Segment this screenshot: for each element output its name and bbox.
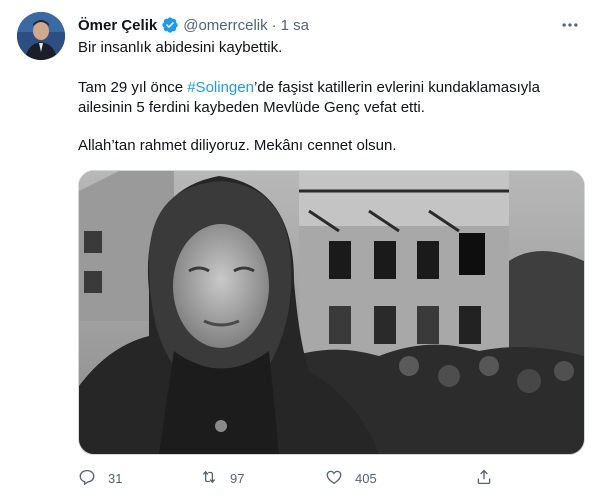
tweet-text-before-hashtag: Tam 29 yıl önce (78, 79, 188, 96)
tweet-paragraph-2: Tam 29 yıl önce #Solingen’de faşist kati… (78, 78, 578, 118)
avatar[interactable] (17, 12, 65, 60)
share-button[interactable] (475, 466, 493, 490)
tweet-actions: 31 97 405 (70, 466, 510, 490)
more-icon[interactable] (559, 14, 581, 36)
tweet-header: Ömer Çelik @omerrcelik · 1 sa (78, 14, 309, 36)
hashtag-link[interactable]: #Solingen (187, 79, 254, 96)
separator-dot: · (271, 16, 277, 34)
like-button[interactable]: 405 (325, 466, 377, 490)
author-name[interactable]: Ömer Çelik (78, 17, 157, 34)
reply-count: 31 (108, 470, 123, 486)
retweet-icon (200, 468, 218, 489)
retweet-button[interactable]: 97 (200, 466, 244, 490)
like-count: 405 (355, 470, 377, 486)
tweet-photo[interactable] (78, 170, 585, 455)
tweet-line-3: Allah’tan rahmet diliyoruz. Mekânı cenne… (78, 137, 397, 154)
like-icon (325, 468, 343, 489)
share-icon (475, 468, 493, 489)
tweet[interactable]: Ömer Çelik @omerrcelik · 1 sa Bir insanl… (0, 0, 595, 501)
author-handle[interactable]: @omerrcelik (183, 17, 267, 34)
tweet-line-1: Bir insanlık abidesini kaybettik. (78, 39, 283, 56)
reply-icon (78, 468, 96, 489)
timestamp[interactable]: 1 sa (281, 17, 309, 34)
reply-button[interactable]: 31 (78, 466, 122, 490)
verified-badge-icon (161, 16, 179, 34)
retweet-count: 97 (230, 470, 245, 486)
